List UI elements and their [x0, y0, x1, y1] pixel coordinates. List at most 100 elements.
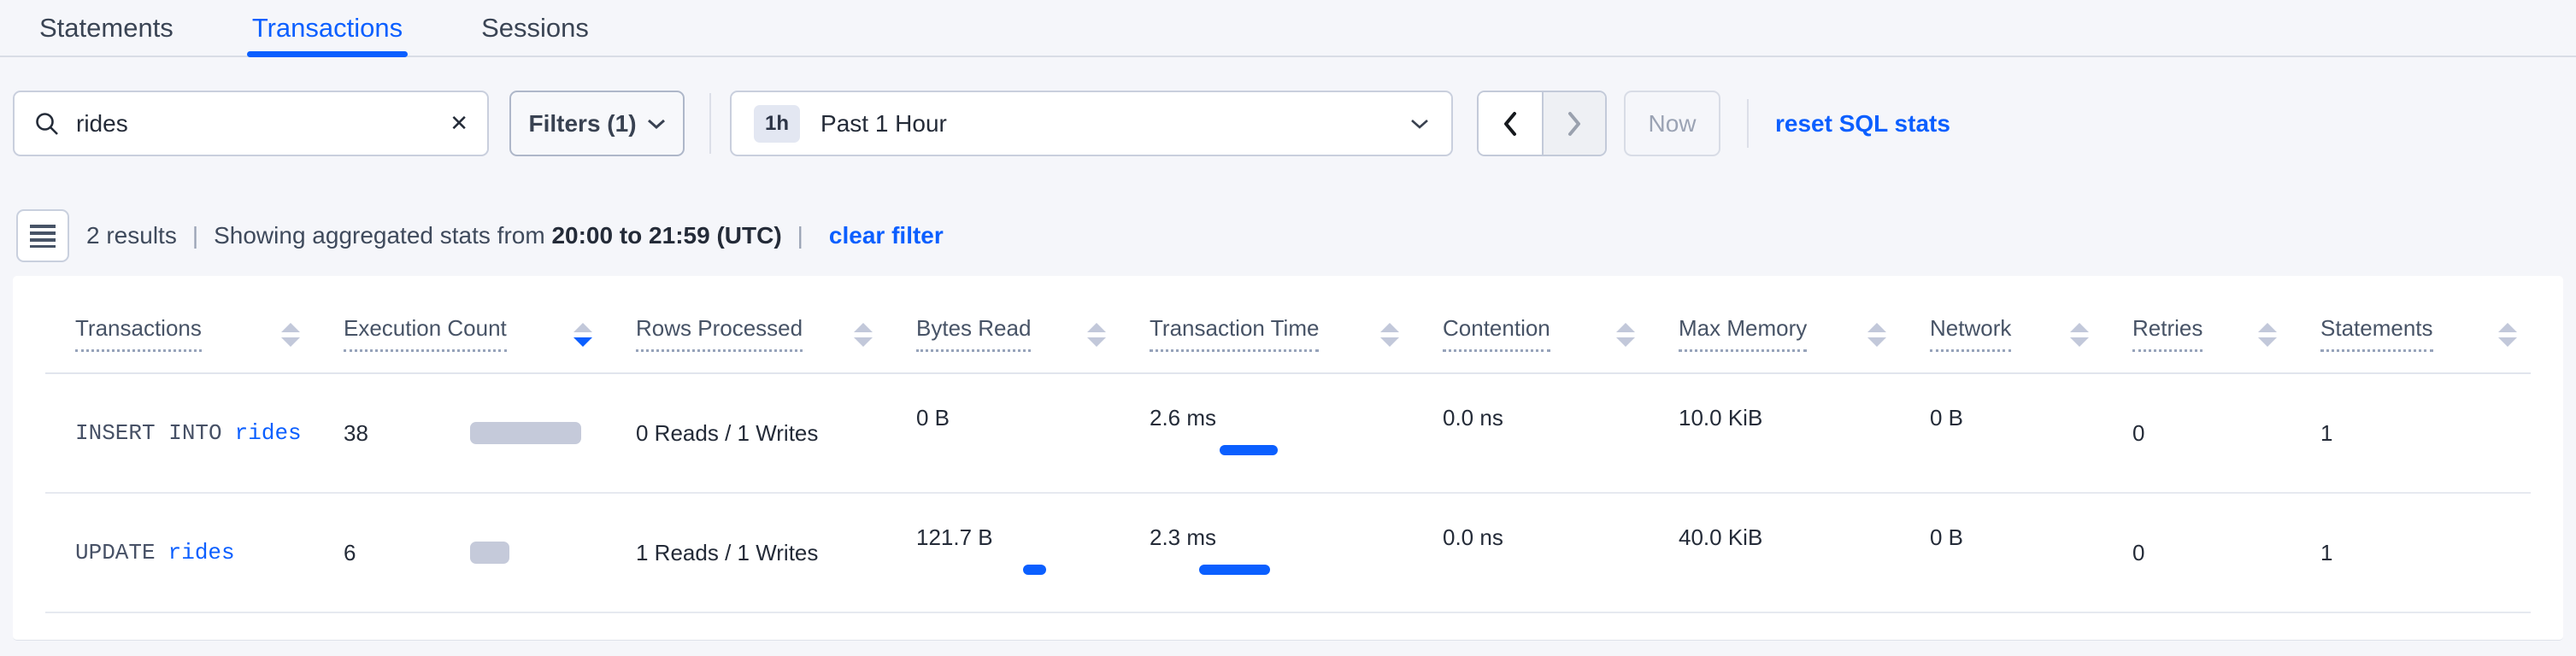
table-row: UPDATE rides 6 1 Reads / 1 Writes 121.7 … — [45, 494, 2531, 613]
sort-arrows-icon[interactable] — [2258, 323, 2277, 352]
table-row: INSERT INTO rides 38 0 Reads / 1 Writes … — [45, 374, 2531, 494]
header-label: Max Memory — [1679, 315, 1807, 352]
clear-filter-link[interactable]: clear filter — [829, 222, 944, 249]
showing-stats-range: 20:00 to 21:59 (UTC) — [551, 222, 781, 249]
sql-table-link[interactable]: rides — [168, 540, 235, 565]
controls-row: ✕ Filters (1) 1h Past 1 Hour — [0, 91, 2576, 156]
bytes-read-cell: 121.7 B — [886, 494, 1120, 612]
contention-cell: 0.0 ns — [1413, 374, 1649, 492]
sort-arrows-icon[interactable] — [1616, 323, 1635, 352]
header-network[interactable]: Network — [1900, 276, 2103, 372]
chevron-down-icon — [1410, 118, 1429, 130]
next-range-button[interactable] — [1542, 92, 1605, 155]
reset-sql-stats-link[interactable]: reset SQL stats — [1775, 91, 1950, 156]
max-memory-cell: 10.0 KiB — [1649, 374, 1900, 492]
retries-value: 0 — [2132, 540, 2144, 566]
rows-processed-value: 1 Reads / 1 Writes — [636, 540, 818, 566]
sql-keyword: UPDATE — [75, 540, 156, 565]
header-statements[interactable]: Statements — [2291, 276, 2531, 372]
execution-count-value: 38 — [344, 420, 470, 447]
contention-value: 0.0 ns — [1443, 405, 1503, 430]
header-execution-count[interactable]: Execution Count — [314, 276, 606, 372]
transaction-time-value: 2.6 ms — [1150, 405, 1216, 430]
sort-arrows-icon[interactable] — [2070, 323, 2089, 352]
execution-count-value: 6 — [344, 540, 470, 566]
bytes-read-value: 121.7 B — [916, 524, 993, 550]
tab-transactions[interactable]: Transactions — [252, 0, 403, 56]
search-input[interactable] — [76, 110, 434, 138]
bar-slot — [1930, 559, 1931, 581]
contention-cell: 0.0 ns — [1413, 494, 1649, 612]
clear-search-icon[interactable]: ✕ — [450, 110, 468, 137]
bar-slot — [916, 439, 917, 461]
network-value: 0 B — [1930, 405, 1963, 430]
filters-button[interactable]: Filters (1) — [509, 91, 685, 156]
now-button[interactable]: Now — [1624, 91, 1720, 156]
search-icon — [33, 110, 61, 138]
header-rows-processed[interactable]: Rows Processed — [606, 276, 886, 372]
statements-value: 1 — [2320, 420, 2332, 447]
header-label: Bytes Read — [916, 315, 1031, 352]
header-retries[interactable]: Retries — [2103, 276, 2291, 372]
rows-processed-value: 0 Reads / 1 Writes — [636, 420, 818, 447]
retries-cell: 0 — [2103, 494, 2291, 612]
sort-arrows-icon[interactable] — [573, 323, 592, 352]
bar-slot — [1443, 439, 1444, 461]
tab-transactions-label: Transactions — [252, 13, 403, 44]
statements-value: 1 — [2320, 540, 2332, 566]
bytes-read-cell: 0 B — [886, 374, 1120, 492]
sort-arrows-icon[interactable] — [281, 323, 300, 352]
contention-value: 0.0 ns — [1443, 524, 1503, 550]
chevron-down-icon — [647, 118, 666, 130]
header-max-memory[interactable]: Max Memory — [1649, 276, 1900, 372]
sort-arrows-icon[interactable] — [1087, 323, 1106, 352]
time-range-select[interactable]: 1h Past 1 Hour — [730, 91, 1453, 156]
transaction-time-cell: 2.3 ms — [1120, 494, 1413, 612]
statements-cell: 1 — [2291, 494, 2531, 612]
rows-processed-cell: 0 Reads / 1 Writes — [606, 374, 886, 492]
statements-cell: 1 — [2291, 374, 2531, 492]
time-range-arrows — [1477, 91, 1607, 156]
sort-arrows-icon[interactable] — [2498, 323, 2517, 352]
network-value: 0 B — [1930, 524, 1963, 550]
tab-statements[interactable]: Statements — [39, 0, 173, 56]
transactions-table-card: Transactions Execution Count Rows Proces… — [13, 276, 2563, 641]
filters-label: Filters (1) — [528, 110, 636, 138]
previous-range-button[interactable] — [1479, 92, 1542, 155]
transaction-time-value: 2.3 ms — [1150, 524, 1216, 550]
execution-count-cell: 6 — [314, 494, 606, 612]
transaction-time-mean-line — [1199, 565, 1270, 575]
header-label: Retries — [2132, 315, 2203, 352]
sort-arrows-icon[interactable] — [1867, 323, 1886, 352]
bytes-read-mean-line — [1023, 565, 1046, 575]
sort-arrows-icon[interactable] — [854, 323, 873, 352]
divider — [1747, 99, 1749, 148]
transaction-time-mean-line — [1220, 445, 1278, 455]
header-bytes-read[interactable]: Bytes Read — [886, 276, 1120, 372]
header-transactions[interactable]: Transactions — [45, 276, 314, 372]
transaction-time-cell: 2.6 ms — [1120, 374, 1413, 492]
header-label: Rows Processed — [636, 315, 803, 352]
max-memory-value: 40.0 KiB — [1679, 524, 1762, 550]
search-box[interactable]: ✕ — [13, 91, 489, 156]
tab-statements-label: Statements — [39, 13, 173, 44]
header-label: Network — [1930, 315, 2011, 352]
sql-table-link[interactable]: rides — [235, 420, 302, 446]
column-selector-button[interactable] — [16, 209, 69, 262]
transaction-fingerprint[interactable]: INSERT INTO rides — [45, 374, 314, 492]
sort-arrows-icon[interactable] — [1380, 323, 1399, 352]
transaction-fingerprint[interactable]: UPDATE rides — [45, 494, 314, 612]
header-label: Statements — [2320, 315, 2433, 352]
retries-value: 0 — [2132, 420, 2144, 447]
header-transaction-time[interactable]: Transaction Time — [1120, 276, 1413, 372]
bar-slot — [916, 559, 917, 581]
showing-stats-prefix: Showing aggregated stats from — [214, 222, 551, 249]
divider — [709, 93, 711, 154]
tab-sessions-label: Sessions — [481, 13, 589, 44]
header-label: Execution Count — [344, 315, 507, 352]
results-count: 2 results — [86, 222, 177, 249]
time-range-label: Past 1 Hour — [820, 110, 947, 138]
retries-cell: 0 — [2103, 374, 2291, 492]
tab-sessions[interactable]: Sessions — [481, 0, 589, 56]
header-contention[interactable]: Contention — [1413, 276, 1649, 372]
